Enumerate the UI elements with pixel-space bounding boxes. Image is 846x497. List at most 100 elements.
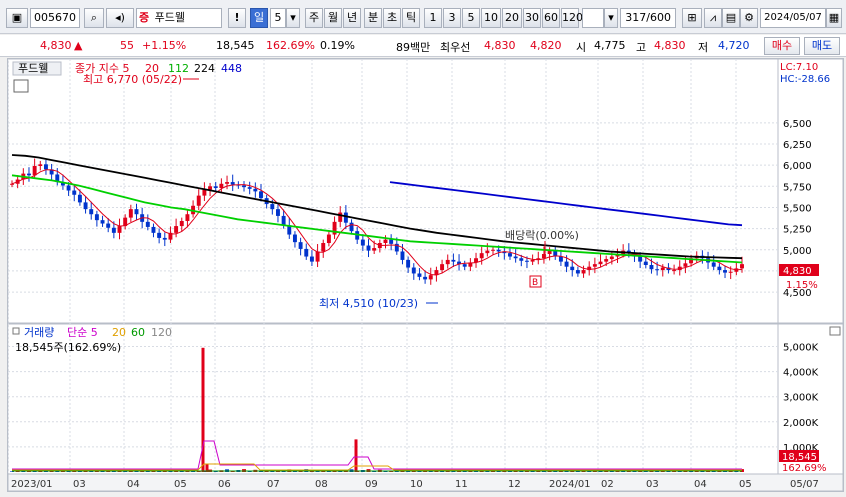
candle-body <box>304 248 309 257</box>
candle-body <box>343 212 348 223</box>
period-yearly-button[interactable]: 년 <box>343 8 361 28</box>
sell-button[interactable]: 매도 <box>804 37 840 55</box>
volume-panel-icon <box>12 327 20 335</box>
date-tick-label: 11 <box>455 479 468 490</box>
period-minute-button[interactable]: 분 <box>364 8 382 28</box>
period-daily-button[interactable]: 일 <box>250 8 268 28</box>
interval-button[interactable]: 10 <box>481 8 501 28</box>
candle-body <box>423 276 428 280</box>
candle-body <box>72 190 77 195</box>
interval-button[interactable]: 3 <box>443 8 461 28</box>
interval-custom-input[interactable] <box>582 8 604 28</box>
volume-corner-icon[interactable] <box>829 326 841 336</box>
candle-body <box>649 265 654 270</box>
candle-body <box>372 248 377 251</box>
candle-body <box>564 261 569 267</box>
warning-button[interactable]: ! <box>228 8 246 28</box>
grid-toggle-icon[interactable] <box>13 79 29 93</box>
candle-body <box>27 173 31 176</box>
speaker-icon[interactable]: ◂) <box>106 8 134 28</box>
turnover: 0.19% <box>320 39 355 52</box>
candle-body <box>428 275 433 280</box>
price-tick-label: 6,250 <box>783 140 812 151</box>
interval-button[interactable]: 1 <box>424 8 442 28</box>
date-tick-label: 12 <box>508 479 521 490</box>
candle-body <box>513 256 518 259</box>
indicator-icon[interactable]: ⊞ <box>682 8 702 28</box>
period-weekly-button[interactable]: 주 <box>305 8 323 28</box>
period-value-select[interactable]: 5 <box>270 8 286 28</box>
date-field[interactable]: 2024/05/07 <box>760 8 826 28</box>
stock-name-field[interactable]: 증 푸드웰 <box>136 8 222 28</box>
gear-icon[interactable]: ⚙ <box>740 8 758 28</box>
date-tick-label: 2023/01 <box>11 479 53 490</box>
date-tick-label: 10 <box>410 479 423 490</box>
high-label: 고 <box>636 41 647 54</box>
candle-body <box>524 260 529 262</box>
candle-body <box>366 245 371 251</box>
candle-body <box>558 256 563 262</box>
candle-body <box>717 266 722 271</box>
period-monthly-button[interactable]: 월 <box>324 8 342 28</box>
candle-body <box>179 221 184 227</box>
current-change-tag: 1.15% <box>786 280 818 291</box>
best-label: 최우선 <box>440 41 471 54</box>
interval-button[interactable]: 30 <box>523 8 541 28</box>
save-icon[interactable]: ▤ <box>722 8 740 28</box>
candle-body <box>292 234 297 243</box>
b-marker: B <box>532 278 538 288</box>
layout-icon[interactable]: ▣ <box>6 8 28 28</box>
period-tick-button[interactable]: 틱 <box>402 8 420 28</box>
candle-body <box>383 239 388 243</box>
period-second-button[interactable]: 초 <box>383 8 401 28</box>
interval-button[interactable]: 20 <box>502 8 522 28</box>
price-tick-label: 6,500 <box>783 119 812 130</box>
candle-body <box>253 188 258 192</box>
chevron-down-icon[interactable]: ▾ <box>286 8 300 28</box>
date-tick-label: 2024/01 <box>549 479 591 490</box>
date-tick-label: 06 <box>218 479 231 490</box>
buy-button[interactable]: 매수 <box>764 37 800 55</box>
chart-title: 푸드웰 <box>18 62 48 75</box>
interval-button[interactable]: 5 <box>462 8 480 28</box>
volume-tick-label: 5,000K <box>783 343 819 354</box>
chart-svg[interactable]: 4,5004,7505,0005,2505,5005,7506,0006,250… <box>7 58 844 492</box>
candle-body <box>242 185 246 188</box>
candle-body <box>32 166 37 176</box>
price-change-pct: +1.15% <box>142 39 187 52</box>
candle-body <box>581 270 586 274</box>
candle-body <box>609 256 614 260</box>
candle-body <box>519 258 524 261</box>
candle-body <box>575 270 580 274</box>
search-icon[interactable]: ⌕ <box>84 8 104 28</box>
date-tick-label: 07 <box>267 479 280 490</box>
volume-tick-label: 4,000K <box>783 368 819 379</box>
candle-body <box>592 264 597 267</box>
candle-body <box>445 259 450 265</box>
price-change: 55 <box>120 39 134 52</box>
interval-button[interactable]: 60 <box>542 8 560 28</box>
candle-body <box>660 267 665 271</box>
calendar-icon[interactable]: ▦ <box>826 8 842 28</box>
candle-body <box>417 273 422 277</box>
data-count-field[interactable]: 317/600 <box>620 8 676 28</box>
volume-legend-ma20: 20 <box>112 326 126 339</box>
candle-body <box>723 270 727 273</box>
date-tick-label: 02 <box>601 479 614 490</box>
interval-button[interactable]: 120 <box>561 8 583 28</box>
candle-body <box>151 226 156 233</box>
volume-spike-bar <box>354 439 358 472</box>
price-tick-label: 5,500 <box>783 203 812 214</box>
chart-area[interactable]: 4,5004,7505,0005,2505,5005,7506,0006,250… <box>7 58 844 492</box>
low-label: 저 <box>698 41 709 54</box>
chevron-down-icon[interactable]: ▾ <box>604 8 618 28</box>
date-tick-label: 03 <box>73 479 86 490</box>
draw-tool-icon[interactable]: ⩘ <box>704 8 722 28</box>
date-tick-label: 04 <box>127 479 140 490</box>
candle-body <box>485 250 490 254</box>
price-tick-label: 5,250 <box>783 225 812 236</box>
candle-body <box>496 249 501 252</box>
stock-name: 푸드웰 <box>154 11 185 24</box>
stock-code-input[interactable]: 005670 <box>30 8 80 28</box>
candle-body <box>389 239 394 244</box>
